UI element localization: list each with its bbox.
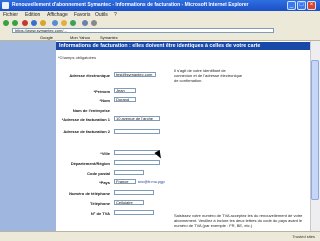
email-label: Adresse électronique — [69, 73, 110, 78]
forward-icon[interactable] — [12, 20, 18, 26]
adresse1-field[interactable]: 10 avenue de l'arche — [114, 116, 160, 121]
form-content: Informations de facturation : elles doiv… — [56, 41, 310, 231]
adresse2-field[interactable] — [114, 129, 160, 134]
menu-edition[interactable]: Edition — [25, 12, 40, 18]
billing-banner: Informations de facturation : elles doiv… — [56, 42, 310, 50]
code-postal-field[interactable] — [114, 170, 144, 175]
adresse1-label: *Adresse de facturation 1 — [61, 117, 110, 122]
departement-field[interactable] — [114, 160, 160, 165]
menu-outils[interactable]: Outils — [95, 12, 108, 18]
link-yahoo[interactable]: Mon Yahoo — [70, 35, 90, 40]
title-bar: Renouvellement d'abonnement Symantec - I… — [0, 0, 320, 11]
tva-label: N° de TVA — [90, 211, 110, 216]
pays-hint: svc@fr.mu.pgp — [138, 179, 165, 184]
maximize-button[interactable]: □ — [297, 1, 306, 10]
page-viewport: Informations de facturation : elles doiv… — [0, 41, 310, 231]
email-field[interactable]: test@symantec.com — [114, 72, 156, 77]
tva-field[interactable] — [114, 210, 154, 215]
stop-icon[interactable] — [22, 20, 28, 26]
home-icon[interactable] — [40, 20, 46, 26]
close-button[interactable]: × — [307, 1, 316, 10]
favorites-icon[interactable] — [61, 20, 67, 26]
pays-select[interactable]: France — [114, 179, 136, 184]
pays-label: *Pays — [99, 180, 110, 185]
refresh-icon[interactable] — [31, 20, 37, 26]
links-bar: Google Mon Yahoo Symantec — [0, 34, 320, 41]
history-icon[interactable] — [70, 20, 76, 26]
back-icon[interactable] — [3, 20, 9, 26]
vat-note: Saisissez votre numéro de TVA acceptez l… — [174, 213, 303, 228]
menu-affichage[interactable]: Affichage — [47, 12, 68, 18]
side-note: Il s'agit de votre identifiant de connex… — [174, 68, 243, 83]
side-panel — [0, 41, 56, 231]
code-postal-label: Code postal — [87, 171, 110, 176]
ie-icon — [2, 2, 9, 9]
telephone-num-label: Numéro de téléphone — [69, 191, 110, 196]
menu-help[interactable]: ? — [114, 12, 117, 18]
telephone-select[interactable]: Cellulaire — [114, 200, 144, 205]
mouse-cursor-icon — [154, 150, 164, 160]
entreprise-label: Nom de l'entreprise — [72, 108, 110, 113]
nom-label: *Nom — [99, 98, 110, 103]
link-google[interactable]: Google — [40, 35, 53, 40]
nom-field[interactable]: Durand — [114, 97, 136, 102]
ville-label: *Ville — [100, 151, 110, 156]
menu-fichier[interactable]: Fichier — [3, 12, 18, 18]
menu-favoris[interactable]: Favoris — [74, 12, 90, 18]
telephone-num-field[interactable] — [114, 190, 154, 195]
status-zone: Trusted sites — [292, 234, 315, 239]
window-title: Renouvellement d'abonnement Symantec - I… — [12, 2, 249, 8]
minimize-button[interactable]: _ — [287, 1, 296, 10]
telephone-label: Téléphone — [89, 201, 110, 206]
search-icon[interactable] — [52, 20, 58, 26]
prenom-label: *Prénom — [93, 89, 110, 94]
print-icon[interactable] — [91, 20, 97, 26]
mail-icon[interactable] — [82, 20, 88, 26]
adresse2-label: Adresse de facturation 2 — [63, 129, 110, 134]
prenom-field[interactable]: Jean — [114, 88, 136, 93]
link-symantec[interactable]: Symantec — [100, 35, 118, 40]
departement-label: Département/Région — [70, 161, 110, 166]
required-note: *Champs obligatoires — [58, 55, 97, 60]
address-input[interactable]: https://www.symantec.com/... — [12, 28, 274, 33]
scroll-thumb[interactable] — [311, 60, 319, 200]
